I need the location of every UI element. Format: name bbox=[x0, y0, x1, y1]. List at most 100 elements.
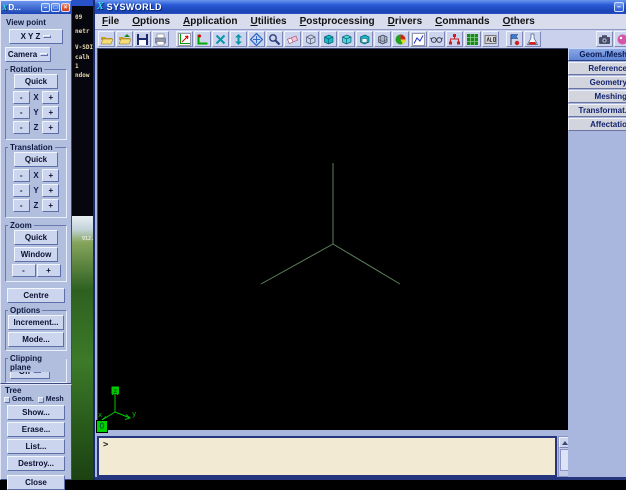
pan-icon[interactable] bbox=[248, 31, 265, 47]
rotate-y-plus-button[interactable]: + bbox=[42, 106, 59, 119]
translation-y-row: - Y + bbox=[9, 184, 63, 197]
centre-button[interactable]: Centre bbox=[7, 288, 65, 303]
z-axis-label: z bbox=[113, 387, 117, 395]
rotation-group: Rotation Quick - X + - Y + - Z + bbox=[5, 69, 67, 140]
context-button-reference[interactable]: Reference bbox=[568, 62, 626, 75]
green-grid-icon[interactable] bbox=[464, 31, 481, 47]
translation-quick-button[interactable]: Quick bbox=[14, 152, 58, 167]
context-button-geom-mesh[interactable]: Geom./Mesh bbox=[568, 48, 626, 61]
fit-view-icon[interactable] bbox=[212, 31, 229, 47]
title-bar[interactable]: X SYSWORLD – bbox=[95, 0, 626, 14]
zoom-window-button[interactable]: Window bbox=[14, 247, 58, 262]
camera-icon[interactable] bbox=[596, 31, 613, 47]
tree-show-button[interactable]: Show... bbox=[7, 405, 65, 420]
graphics-viewport[interactable]: z x y bbox=[97, 48, 568, 430]
zoom-in-button[interactable]: + bbox=[37, 264, 61, 277]
translation-group-title: Translation bbox=[8, 143, 55, 152]
zoom-plus-minus-row: - + bbox=[11, 264, 61, 277]
menu-file[interactable]: File bbox=[102, 16, 119, 27]
translate-x-minus-button[interactable]: - bbox=[13, 169, 30, 182]
local-axes-icon[interactable] bbox=[194, 31, 211, 47]
flask-icon[interactable] bbox=[524, 31, 541, 47]
zoom-quick-button[interactable]: Quick bbox=[14, 230, 58, 245]
glasses-icon[interactable] bbox=[428, 31, 445, 47]
axis-label: X bbox=[33, 171, 38, 180]
save-icon[interactable] bbox=[134, 31, 151, 47]
shaded-cube-marked-icon[interactable] bbox=[356, 31, 373, 47]
tree-erase-button[interactable]: Erase... bbox=[7, 422, 65, 437]
tree-close-button[interactable]: Close bbox=[7, 475, 65, 490]
dialog-title-bar[interactable]: X D... – □ × bbox=[1, 1, 71, 14]
geom-checkbox[interactable] bbox=[4, 397, 10, 403]
plot-axes-icon[interactable] bbox=[176, 31, 193, 47]
hierarchy-tree-icon[interactable] bbox=[446, 31, 463, 47]
translate-x-plus-button[interactable]: + bbox=[42, 169, 59, 182]
dialog-maximize-button[interactable]: □ bbox=[51, 3, 60, 12]
context-panel: Geom./Mesh Reference Geometry Meshing Tr… bbox=[568, 48, 626, 477]
app-x-icon: X bbox=[97, 2, 104, 12]
menu-commands[interactable]: Commands bbox=[435, 16, 489, 27]
clipping-group-title: Clipping plane bbox=[8, 354, 66, 372]
axis-label: Z bbox=[34, 123, 39, 132]
labels-icon[interactable] bbox=[482, 31, 499, 47]
context-button-affectation[interactable]: Affectatio bbox=[568, 118, 626, 131]
rotate-z-plus-button[interactable]: + bbox=[42, 121, 59, 134]
menu-others[interactable]: Others bbox=[503, 16, 535, 27]
shaded-cube-light-icon[interactable] bbox=[338, 31, 355, 47]
rotation-y-row: - Y + bbox=[9, 106, 63, 119]
xyz-viewpoint-button[interactable]: X Y Z bbox=[9, 29, 63, 44]
mesh-cube-icon[interactable] bbox=[374, 31, 391, 47]
translate-z-plus-button[interactable]: + bbox=[42, 199, 59, 212]
translate-z-minus-button[interactable]: - bbox=[13, 199, 30, 212]
zoom-group-title: Zoom bbox=[8, 221, 34, 230]
dialog-minimize-button[interactable]: – bbox=[41, 3, 50, 12]
camera-button[interactable]: Camera bbox=[5, 47, 51, 62]
open-model-icon[interactable] bbox=[116, 31, 133, 47]
zoom-icon[interactable] bbox=[266, 31, 283, 47]
desktop-background-sliver: 09 netr V-SDI calh 1 ndow 912. bbox=[70, 0, 95, 480]
menu-postprocessing[interactable]: Postprocessing bbox=[300, 16, 375, 27]
open-icon[interactable] bbox=[98, 31, 115, 47]
increment-button[interactable]: Increment... bbox=[8, 315, 64, 330]
tree-list-button[interactable]: List... bbox=[7, 439, 65, 454]
menu-options[interactable]: Options bbox=[132, 16, 170, 27]
command-input-area[interactable]: > bbox=[97, 436, 557, 477]
translate-y-minus-button[interactable]: - bbox=[13, 184, 30, 197]
minimize-button[interactable]: – bbox=[614, 2, 624, 12]
context-button-geometry[interactable]: Geometry bbox=[568, 76, 626, 89]
fit-vertical-icon[interactable] bbox=[230, 31, 247, 47]
palette-icon[interactable] bbox=[614, 31, 626, 47]
shaded-cube-icon[interactable] bbox=[320, 31, 337, 47]
menu-utilities[interactable]: Utilities bbox=[250, 16, 286, 27]
mode-button[interactable]: Mode... bbox=[8, 332, 64, 347]
mesh-checkbox[interactable] bbox=[38, 397, 44, 403]
material-sphere-icon[interactable] bbox=[392, 31, 409, 47]
window-title: SYSWORLD bbox=[107, 2, 162, 12]
dialog-close-icon[interactable]: × bbox=[61, 3, 70, 12]
tree-destroy-button[interactable]: Destroy... bbox=[7, 456, 65, 471]
context-button-meshing[interactable]: Meshing bbox=[568, 90, 626, 103]
rotate-x-minus-button[interactable]: - bbox=[13, 91, 30, 104]
axis-label: Y bbox=[33, 186, 38, 195]
terminal-line: 1 bbox=[75, 63, 79, 70]
menu-application[interactable]: Application bbox=[183, 16, 237, 27]
flags-icon[interactable] bbox=[506, 31, 523, 47]
menu-drivers[interactable]: Drivers bbox=[388, 16, 422, 27]
translate-y-plus-button[interactable]: + bbox=[42, 184, 59, 197]
wire-cube-icon[interactable] bbox=[302, 31, 319, 47]
rotation-quick-button[interactable]: Quick bbox=[14, 74, 58, 89]
rotate-x-plus-button[interactable]: + bbox=[42, 91, 59, 104]
rotate-z-minus-button[interactable]: - bbox=[13, 121, 30, 134]
translation-z-row: - Z + bbox=[9, 199, 63, 212]
curve-chart-icon[interactable] bbox=[410, 31, 427, 47]
viewport-index-badge: 0 bbox=[96, 420, 108, 433]
option-menu-indicator bbox=[43, 35, 51, 38]
zoom-out-button[interactable]: - bbox=[12, 264, 36, 277]
options-group: Options Increment... Mode... bbox=[5, 310, 67, 351]
axis-label: X bbox=[33, 93, 38, 102]
rotate-y-minus-button[interactable]: - bbox=[13, 106, 30, 119]
print-icon[interactable] bbox=[152, 31, 169, 47]
context-button-transformation[interactable]: Transformat. bbox=[568, 104, 626, 117]
axis-label: Z bbox=[34, 201, 39, 210]
erase-icon[interactable] bbox=[284, 31, 301, 47]
